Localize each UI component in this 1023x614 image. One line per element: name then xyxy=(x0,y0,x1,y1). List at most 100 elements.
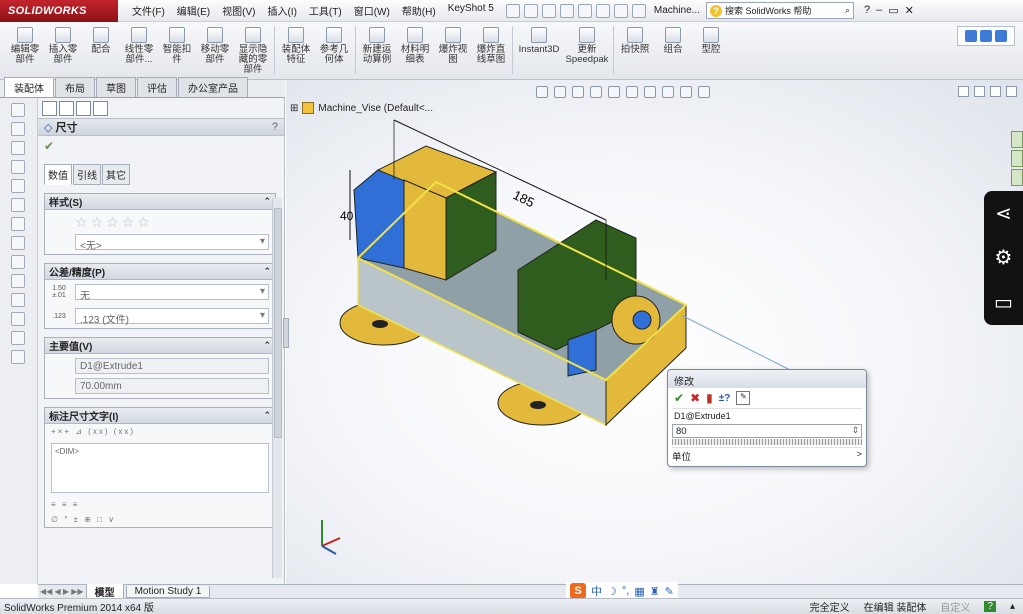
share-icon[interactable]: ⋖ xyxy=(995,201,1012,226)
strip-icon-5[interactable] xyxy=(11,179,25,193)
dim-185-label[interactable]: 185 xyxy=(511,187,537,210)
toolbar-button-3[interactable]: 线性零 部件... xyxy=(120,22,158,78)
primary-group-header[interactable]: 主要值(V) ⌃ xyxy=(45,338,275,354)
strip-icon-8[interactable] xyxy=(11,236,25,250)
toolbar-button-6[interactable]: 显示隐 藏的零 部件 xyxy=(234,22,272,78)
modify-value-input[interactable]: 80 xyxy=(672,424,862,438)
pm-help-button[interactable]: ? xyxy=(272,121,278,133)
mark-dimension-icon[interactable]: ✎ xyxy=(736,391,751,405)
property-manager-icon[interactable] xyxy=(59,101,74,116)
model-view[interactable]: 185 40 xyxy=(286,80,1023,584)
home-icon[interactable] xyxy=(1011,150,1023,167)
strip-icon-3[interactable] xyxy=(11,141,25,155)
dimtext-tool-row[interactable]: +×+ ⊿ (xx) (xx) xyxy=(45,424,275,439)
precision-select[interactable]: .123 (文件) xyxy=(75,308,269,326)
strip-icon-7[interactable] xyxy=(11,217,25,231)
toolbar-button-5[interactable]: 移动零 部件 xyxy=(196,22,234,78)
status-custom[interactable]: 自定义 xyxy=(940,599,970,614)
menu-edit[interactable]: 编辑(E) xyxy=(171,3,216,18)
strip-icon-13[interactable] xyxy=(11,331,25,345)
settings-gear-icon[interactable]: ⚙ xyxy=(995,245,1013,270)
ime-chinese-icon[interactable]: 中 xyxy=(591,583,602,599)
toolbar-button-10[interactable]: 材料明 细表 xyxy=(396,22,434,78)
new-doc-icon[interactable] xyxy=(505,3,520,18)
scroll-thumb[interactable] xyxy=(274,208,282,438)
ime-moon-icon[interactable]: ☽ xyxy=(607,585,617,598)
menu-keyshot[interactable]: KeyShot 5 xyxy=(442,3,500,18)
ok-check-icon[interactable]: ✔ xyxy=(674,391,684,405)
justify-buttons[interactable]: ≡ ≡ ≡ xyxy=(45,497,275,512)
strip-icon-6[interactable] xyxy=(11,198,25,212)
toolbar-button-2[interactable]: 配合 xyxy=(82,22,120,78)
monitor-icon[interactable]: ▭ xyxy=(994,290,1013,315)
toolbar-button-12[interactable]: 爆炸直 线草图 xyxy=(472,22,510,78)
reverse-sense-icon[interactable]: ±? xyxy=(719,393,731,404)
toolbar-button-15[interactable]: 拍快照 xyxy=(616,22,654,78)
status-help-icon[interactable]: ? xyxy=(984,601,996,612)
toolbar-button-4[interactable]: 智能扣 件 xyxy=(158,22,196,78)
menu-help[interactable]: 帮助(H) xyxy=(396,3,442,18)
tab-nav-arrows[interactable]: ◀◀ ◀ ▶ ▶▶ xyxy=(40,587,84,596)
toolbar-button-11[interactable]: 爆炸视 图 xyxy=(434,22,472,78)
close-icon[interactable]: ✕ xyxy=(905,4,914,17)
strip-icon-11[interactable] xyxy=(11,293,25,307)
pm-scrollbar[interactable] xyxy=(272,198,282,578)
tab-evaluate[interactable]: 评估 xyxy=(137,77,177,97)
help-search-field[interactable]: ? 搜索 SolidWorks 帮助 ⌕ xyxy=(706,2,854,19)
toolbar-button-9[interactable]: 新建运 动算例 xyxy=(358,22,396,78)
menu-insert[interactable]: 插入(I) xyxy=(261,3,302,18)
strip-icon-9[interactable] xyxy=(11,255,25,269)
rebuild-icon[interactable]: ▮ xyxy=(706,391,713,405)
strip-icon-4[interactable] xyxy=(11,160,25,174)
toolbar-button-7[interactable]: 装配体 特征 xyxy=(277,22,315,78)
tab-sketch[interactable]: 草图 xyxy=(96,77,136,97)
strip-icon-1[interactable] xyxy=(11,103,25,117)
dim-40-label[interactable]: 40 xyxy=(340,209,354,223)
undo-icon[interactable] xyxy=(577,3,592,18)
view-a-icon[interactable] xyxy=(965,30,977,42)
tolerance-group-header[interactable]: 公差/精度(P) ⌃ xyxy=(45,264,275,280)
ok-check-icon[interactable]: ✔ xyxy=(38,136,284,160)
dimension-text-area[interactable]: <DIM> xyxy=(51,443,269,493)
toolbar-button-1[interactable]: 插入零 部件 xyxy=(44,22,82,78)
menu-file[interactable]: 文件(F) xyxy=(126,3,171,18)
ime-tool-icon[interactable]: ✎ xyxy=(665,585,674,598)
toolbar-button-17[interactable]: 型腔 xyxy=(692,22,730,78)
toolbar-button-0[interactable]: 编辑零 部件 xyxy=(6,22,44,78)
options-icon[interactable] xyxy=(631,3,646,18)
rebuild-icon[interactable] xyxy=(613,3,628,18)
help-icon[interactable]: ? xyxy=(864,4,870,17)
dimension-name-field[interactable]: D1@Extrude1 xyxy=(75,358,269,374)
resources-icon[interactable] xyxy=(1011,131,1023,148)
tab-other[interactable]: 其它 xyxy=(102,164,130,185)
style-group-header[interactable]: 样式(S) ⌃ xyxy=(45,194,275,210)
strip-icon-2[interactable] xyxy=(11,122,25,136)
collapse-icon[interactable]: ⌃ xyxy=(263,266,271,277)
strip-icon-14[interactable] xyxy=(11,350,25,364)
ime-keyboard-icon[interactable]: ▦ xyxy=(634,585,644,598)
cancel-x-icon[interactable]: ✖ xyxy=(690,391,700,405)
config-manager-icon[interactable] xyxy=(76,101,91,116)
collapse-icon[interactable]: ⌃ xyxy=(263,196,271,207)
unit-selector[interactable]: 单位 > xyxy=(672,447,862,463)
collapse-icon[interactable]: ⌃ xyxy=(263,340,271,351)
graphics-area[interactable]: ⊞ Machine_Vise (Default<... 185 40 修改 ✔ … xyxy=(283,80,1023,584)
minimize-icon[interactable]: – xyxy=(876,4,882,17)
tab-office-products[interactable]: 办公室产品 xyxy=(178,77,248,97)
print-icon[interactable] xyxy=(559,3,574,18)
tab-motion-study[interactable]: Motion Study 1 xyxy=(125,585,211,598)
style-buttons[interactable]: ☆☆☆☆☆ xyxy=(45,210,275,230)
toolbar-button-14[interactable]: 更新 Speedpak xyxy=(563,22,611,78)
strip-icon-12[interactable] xyxy=(11,312,25,326)
ime-shirt-icon[interactable]: ♜ xyxy=(650,585,660,598)
menu-view[interactable]: 视图(V) xyxy=(216,3,261,18)
tab-value[interactable]: 数值 xyxy=(44,164,72,185)
restore-icon[interactable]: ▭ xyxy=(888,4,898,17)
tolerance-type-select[interactable]: 无 xyxy=(75,284,269,302)
ime-punct-icon[interactable]: °, xyxy=(622,585,629,597)
open-icon[interactable] xyxy=(523,3,538,18)
toolbar-button-16[interactable]: 组合 xyxy=(654,22,692,78)
view-b-icon[interactable] xyxy=(980,30,992,42)
menu-window[interactable]: 窗口(W) xyxy=(348,3,396,18)
sogou-icon[interactable]: S xyxy=(570,583,586,599)
